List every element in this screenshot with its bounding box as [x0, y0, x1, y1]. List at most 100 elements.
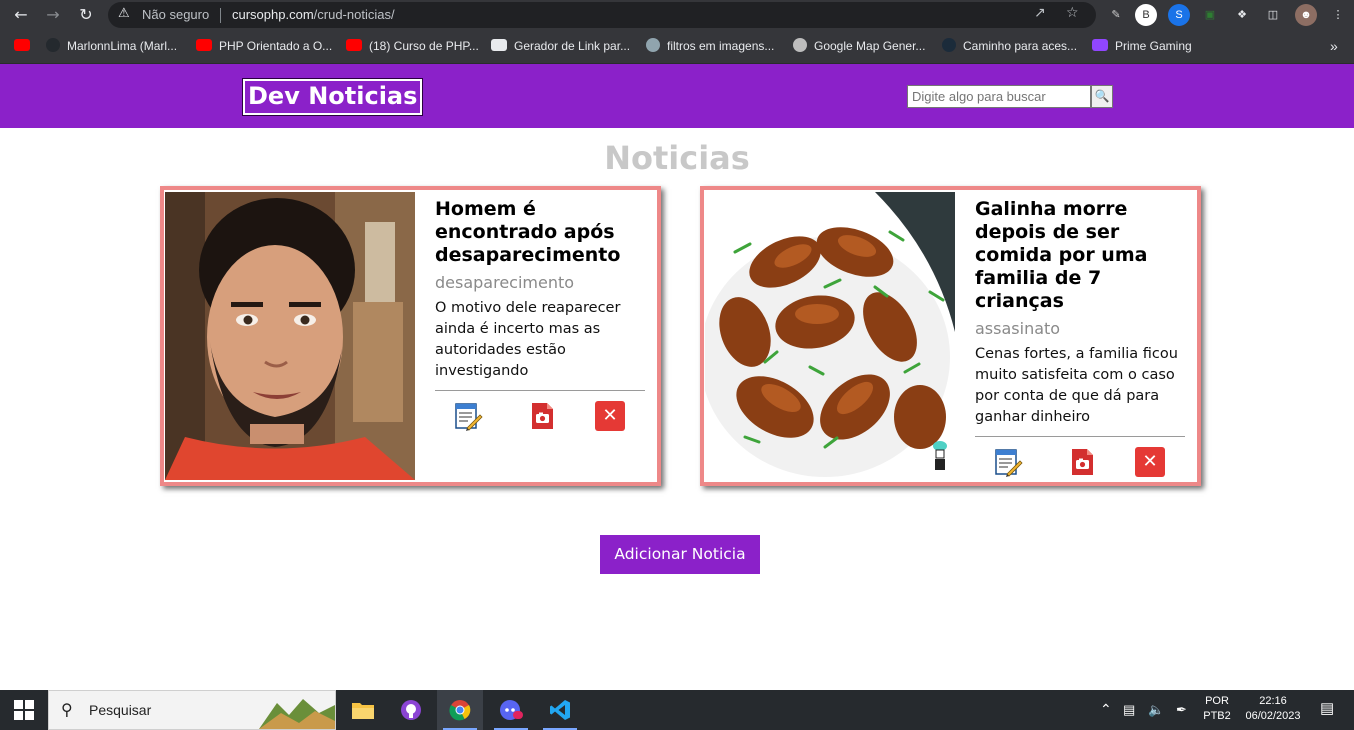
- taskbar-search-box[interactable]: ⚲ Pesquisar: [48, 690, 336, 730]
- taskbar-github-desktop[interactable]: [388, 690, 434, 730]
- close-x-icon: ✕: [1142, 451, 1158, 472]
- bookmarks-overflow-icon[interactable]: »: [1330, 38, 1338, 56]
- chevron-up-icon[interactable]: ⌃: [1100, 702, 1112, 717]
- news-category: assasinato: [975, 319, 1061, 338]
- keyboard-layout-label: PTB2: [1203, 710, 1231, 722]
- change-photo-button[interactable]: [527, 401, 557, 431]
- news-image-man-photo: [165, 192, 415, 480]
- taskbar-discord[interactable]: [488, 690, 534, 730]
- site-favicon-icon: [646, 38, 660, 52]
- news-image-fried-chicken-photo: [705, 192, 955, 480]
- shazam-extension-icon[interactable]: S: [1168, 4, 1190, 26]
- photo-file-icon: [1072, 449, 1093, 475]
- site-logo[interactable]: Dev Noticias: [243, 79, 423, 115]
- bookmark-label: MarlonnLima (Marl...: [67, 39, 178, 53]
- news-card: Galinha morre depois de ser comida por u…: [700, 186, 1201, 486]
- reload-icon[interactable]: ↻: [75, 4, 97, 26]
- bookmark-item[interactable]: PHP Orientado a O...: [196, 38, 332, 56]
- page-title: Noticias: [604, 139, 750, 177]
- news-card-body: Galinha morre depois de ser comida por u…: [975, 198, 1185, 481]
- chrome-icon: [449, 700, 471, 721]
- news-description: O motivo dele reaparecer ainda é incerto…: [435, 300, 621, 379]
- magnifier-icon: 🔍: [1094, 89, 1110, 103]
- edit-document-icon: [455, 403, 483, 431]
- bookmark-item[interactable]: Caminho para aces...: [942, 38, 1077, 56]
- pen-extension-icon[interactable]: ✎: [1105, 4, 1127, 26]
- bookmark-item[interactable]: (18) Curso de PHP...: [346, 38, 479, 56]
- bookmark-item[interactable]: Gerador de Link par...: [491, 38, 630, 56]
- windows-taskbar: ⚲ Pesquisar ⌃ ▤ 🔈 ✒ POR PTB2 22:16 06/02…: [0, 690, 1354, 730]
- change-photo-button[interactable]: [1067, 447, 1097, 477]
- bookmarks-bar: MarlonnLima (Marl... PHP Orientado a O..…: [0, 30, 1354, 64]
- volume-icon[interactable]: 🔈: [1148, 702, 1164, 717]
- notifications-icon[interactable]: ▤: [1320, 701, 1334, 716]
- browser-toolbar: ← → ↻ ⚠ Não seguro cursophp.com/crud-not…: [0, 0, 1354, 30]
- news-title: Homem é encontrado após desaparecimento: [435, 198, 621, 266]
- youtube-icon: [14, 39, 30, 51]
- bookmark-item[interactable]: Prime Gaming: [1092, 38, 1192, 56]
- photo-file-icon: [532, 403, 553, 429]
- search-button[interactable]: 🔍: [1091, 85, 1113, 108]
- omnibox-separator: [220, 8, 221, 23]
- windows-start-icon[interactable]: [14, 700, 34, 724]
- side-panel-icon[interactable]: ◫: [1262, 4, 1284, 26]
- extensions-puzzle-icon[interactable]: ❖: [1231, 4, 1253, 26]
- url-path: /crud-noticias/: [313, 7, 395, 22]
- clock[interactable]: 22:16 06/02/2023: [1238, 694, 1308, 724]
- bookmark-star-icon[interactable]: ☆: [1066, 5, 1079, 21]
- bookmark-youtube-icon-only[interactable]: [14, 38, 37, 56]
- network-icon[interactable]: ▤: [1123, 702, 1135, 717]
- bookmark-label: filtros em imagens...: [667, 39, 775, 53]
- folder-icon: [352, 703, 374, 719]
- news-actions: ✕: [975, 437, 1185, 481]
- bookmark-item[interactable]: Google Map Gener...: [793, 38, 925, 56]
- site-favicon-icon: [942, 38, 956, 52]
- add-news-button[interactable]: Adicionar Noticia: [600, 535, 760, 574]
- screenshot-extension-icon[interactable]: ▣: [1199, 4, 1221, 26]
- news-title: Galinha morre depois de ser comida por u…: [975, 198, 1148, 312]
- avatar[interactable]: ☻: [1295, 4, 1317, 26]
- system-tray: ⌃ ▤ 🔈 ✒ POR PTB2 22:16 06/02/2023 ▤: [1098, 690, 1354, 730]
- news-card-body: Homem é encontrado após desaparecimento …: [435, 198, 645, 435]
- edit-news-button[interactable]: [453, 401, 483, 431]
- bookmark-item[interactable]: MarlonnLima (Marl...: [46, 38, 177, 56]
- menu-kebab-icon[interactable]: ⋮: [1327, 4, 1349, 26]
- search-input[interactable]: [907, 85, 1091, 108]
- pen-ink-icon[interactable]: ✒: [1176, 702, 1187, 717]
- bookmark-item[interactable]: filtros em imagens...: [646, 38, 774, 56]
- bookmark-label: Caminho para aces...: [963, 39, 1078, 53]
- forward-arrow-icon[interactable]: →: [42, 4, 64, 26]
- taskbar-vscode[interactable]: [537, 690, 583, 730]
- bookmark-label: Gerador de Link par...: [514, 39, 631, 53]
- youtube-icon: [196, 39, 212, 51]
- news-description: Cenas fortes, a familia ficou muito sati…: [975, 346, 1178, 425]
- github-icon: [46, 38, 60, 52]
- delete-news-button[interactable]: ✕: [1135, 447, 1165, 477]
- news-card: Homem é encontrado após desaparecimento …: [160, 186, 661, 486]
- taskbar-file-explorer[interactable]: [340, 690, 386, 730]
- link-generator-icon: [491, 39, 507, 51]
- input-language[interactable]: POR PTB2: [1202, 694, 1232, 724]
- news-category: desaparecimento: [435, 273, 575, 292]
- clock-time: 22:16: [1259, 695, 1287, 707]
- search-highlight-illustration-icon: [259, 699, 335, 729]
- search-icon: ⚲: [61, 700, 73, 719]
- edit-document-icon: [995, 449, 1023, 477]
- warning-icon: ⚠: [118, 6, 130, 21]
- taskbar-search-text: Pesquisar: [89, 702, 152, 718]
- share-icon[interactable]: ↗: [1034, 5, 1046, 21]
- back-arrow-icon[interactable]: ←: [10, 4, 32, 26]
- profile-extension-icon[interactable]: B: [1135, 4, 1157, 26]
- taskbar-chrome[interactable]: [437, 690, 483, 730]
- url-text: cursophp.com/crud-noticias/: [232, 7, 395, 22]
- youtube-icon: [346, 39, 362, 51]
- close-x-icon: ✕: [602, 405, 618, 426]
- globe-icon: [793, 38, 807, 52]
- address-bar[interactable]: ⚠ Não seguro cursophp.com/crud-noticias/…: [108, 2, 1096, 28]
- bookmark-label: Prime Gaming: [1115, 39, 1192, 53]
- delete-news-button[interactable]: ✕: [595, 401, 625, 431]
- edit-news-button[interactable]: [993, 447, 1023, 477]
- vscode-icon: [550, 700, 570, 720]
- discord-icon: [500, 700, 523, 720]
- url-host: cursophp.com: [232, 7, 314, 22]
